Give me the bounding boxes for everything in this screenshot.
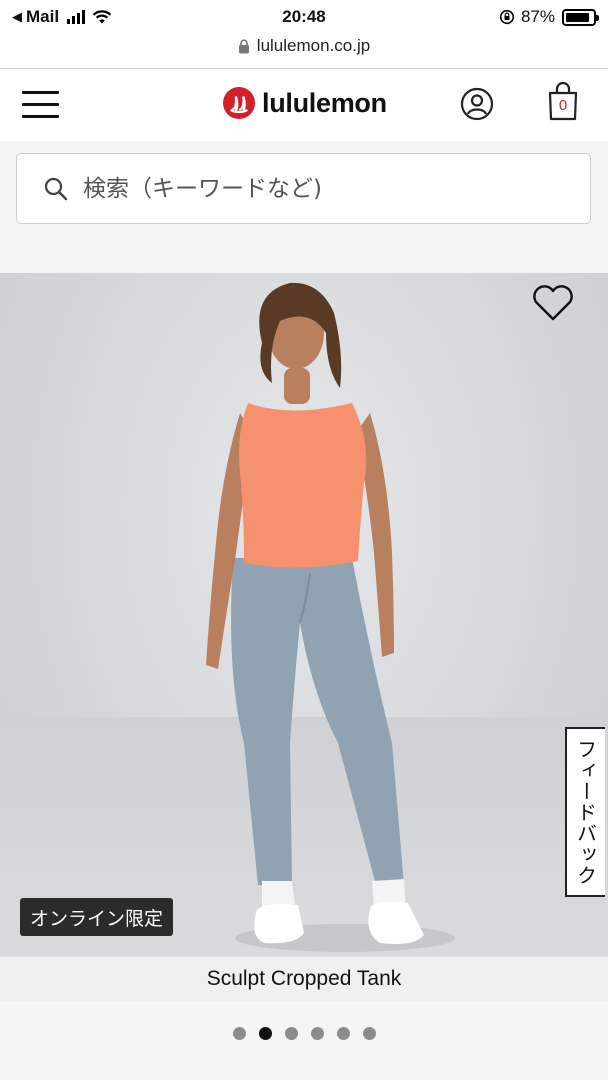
online-exclusive-badge: オンライン限定 [20, 898, 174, 936]
orientation-lock-icon [499, 9, 515, 25]
carousel-dot[interactable] [258, 1027, 272, 1040]
lululemon-logo-icon [223, 87, 255, 119]
brand-logo[interactable]: lululemon [223, 87, 387, 119]
carousel-dot[interactable] [284, 1027, 298, 1040]
carousel-dot[interactable] [232, 1027, 246, 1040]
url-text: lululemon.co.jp [256, 36, 371, 55]
feedback-label: フィードバック [573, 738, 598, 886]
image-carousel-dots [0, 1001, 608, 1080]
search-input[interactable] [83, 175, 563, 202]
carousel-dot[interactable] [310, 1027, 324, 1040]
site-header: lululemon 0 [0, 69, 608, 141]
account-icon[interactable] [460, 87, 494, 121]
carousel-dot[interactable] [336, 1027, 350, 1040]
battery-percent: 87% [520, 7, 555, 26]
menu-icon[interactable] [22, 91, 59, 119]
carousel-dot[interactable] [362, 1027, 376, 1040]
brand-name: lululemon [262, 87, 387, 118]
search-icon [44, 177, 68, 200]
status-right: 87% [499, 7, 599, 27]
search-section [0, 141, 608, 273]
cart-count: 0 [558, 97, 568, 114]
padlock-icon [238, 38, 249, 53]
url-bar[interactable]: lululemon.co.jp [0, 32, 608, 60]
product-name[interactable]: Sculpt Cropped Tank [0, 957, 608, 1001]
search-box[interactable] [16, 153, 591, 224]
status-bar: ◀ Mail 20:48 87% [0, 0, 608, 34]
heart-icon[interactable] [530, 283, 576, 323]
feedback-tab[interactable]: フィードバック [565, 727, 605, 897]
shopping-bag-button[interactable]: 0 [547, 81, 579, 122]
model-photo [206, 282, 455, 952]
product-image[interactable]: オンライン限定 フィードバック [0, 273, 608, 957]
battery-icon [562, 8, 599, 26]
